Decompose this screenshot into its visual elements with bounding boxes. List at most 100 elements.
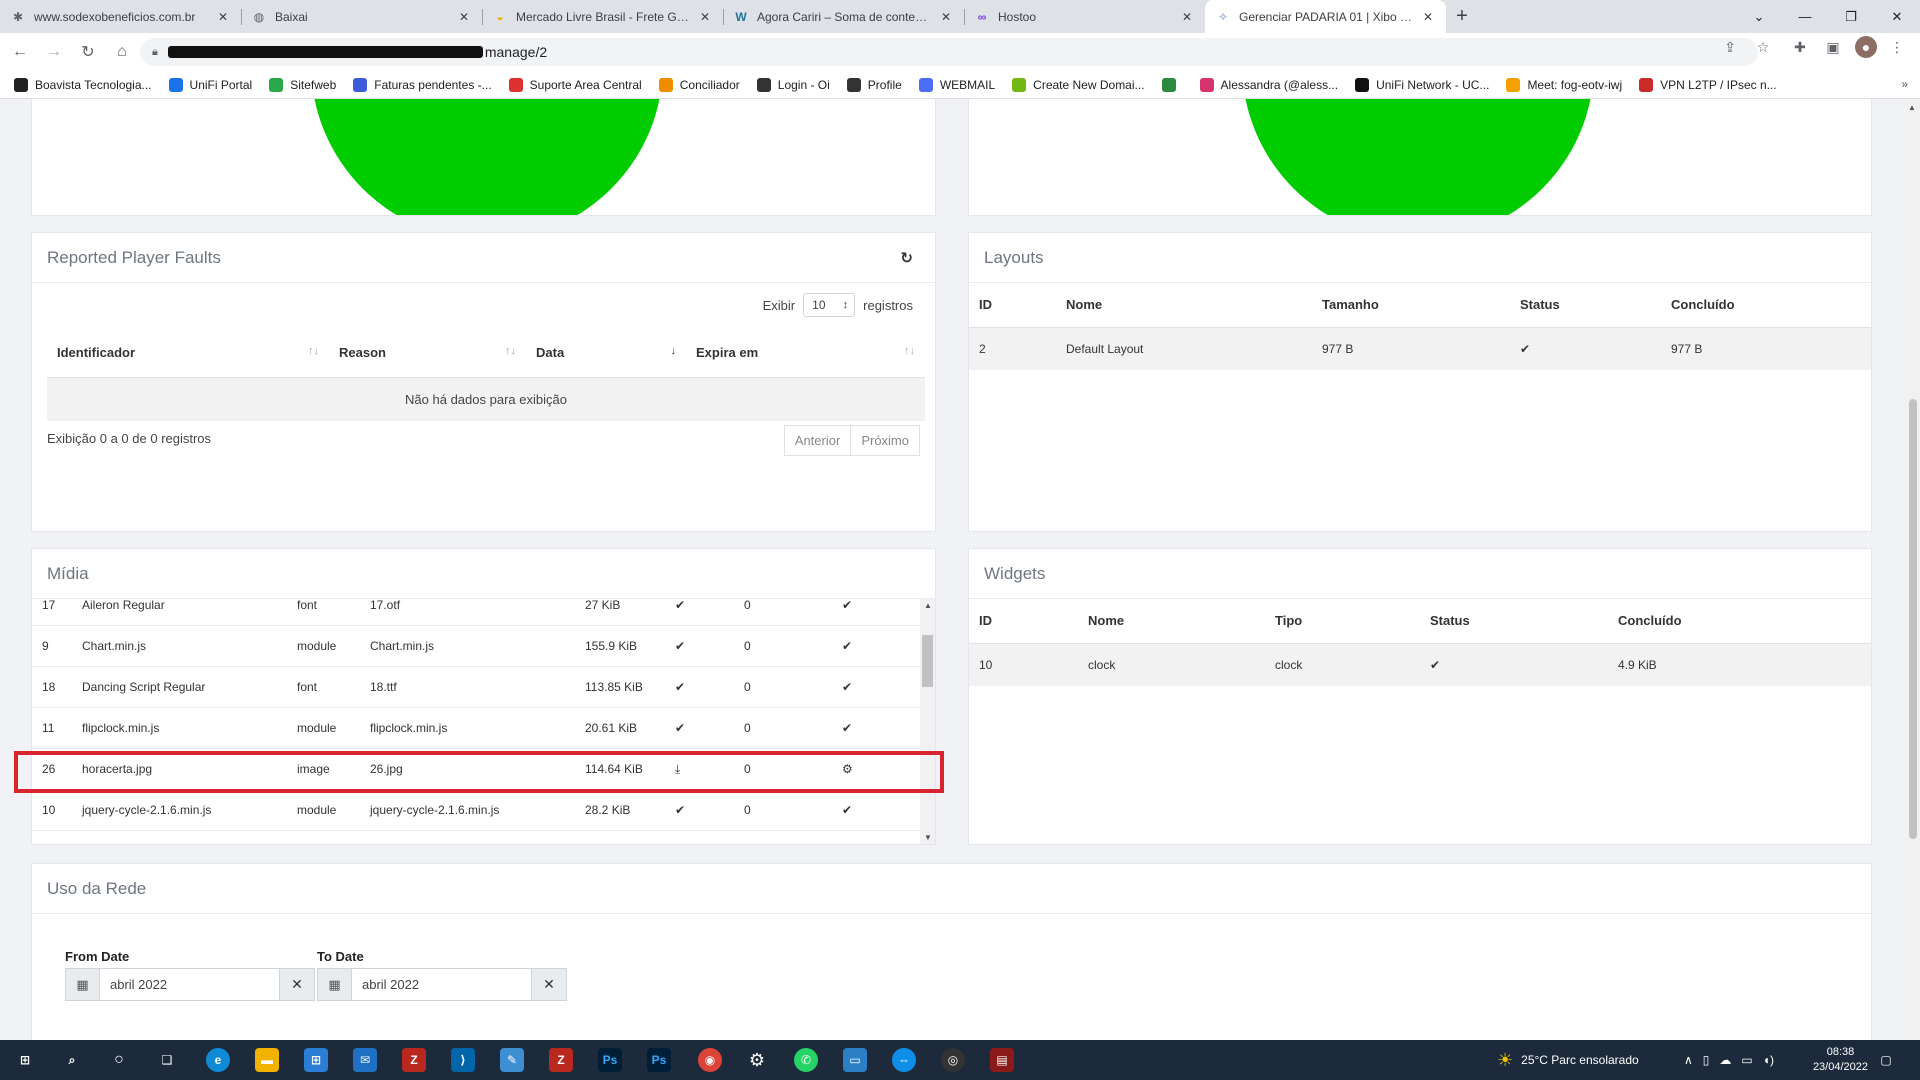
bookmark-item[interactable]: Create New Domai...: [1012, 77, 1145, 92]
store-icon[interactable]: ⊞: [304, 1048, 328, 1072]
restore-button[interactable]: ❐: [1828, 0, 1874, 33]
menu-icon[interactable]: ⋮: [1886, 36, 1908, 58]
tab-close-icon[interactable]: ✕: [938, 10, 954, 24]
bookmark-star-icon[interactable]: ☆: [1752, 36, 1774, 58]
table-row[interactable]: 18 Dancing Script Regular font 18.ttf 113.85…: [32, 667, 920, 708]
from-date-input[interactable]: abril 2022: [99, 969, 280, 1000]
windows-start-icon[interactable]: ⊞: [13, 1048, 37, 1072]
table-row[interactable]: 17 Aileron Regular font 17.otf 27 KiB ✔ 0 ✔: [32, 599, 920, 626]
browser-tab[interactable]: ✱ www.sodexobeneficios.com.br ✕: [0, 0, 241, 33]
bookmark-item[interactable]: UniFi Portal: [168, 77, 252, 92]
filezilla-icon[interactable]: Z: [549, 1048, 573, 1072]
teamviewer-icon[interactable]: ⇔: [892, 1048, 916, 1072]
tab-close-icon[interactable]: ✕: [215, 10, 231, 24]
clear-icon[interactable]: ✕: [532, 969, 566, 1000]
browser-tab[interactable]: ◍ Baixai ✕: [241, 0, 482, 33]
tab-close-icon[interactable]: ✕: [456, 10, 472, 24]
table-row[interactable]: 10 jquery-cycle-2.1.6.min.js module jquery-…: [32, 790, 920, 831]
mail-icon[interactable]: ✉: [353, 1048, 377, 1072]
column-header[interactable]: Data ↓: [526, 329, 686, 378]
bookmark-item[interactable]: Login - Oi: [756, 77, 830, 92]
scroll-up-icon[interactable]: ▲: [1908, 103, 1916, 112]
browser-tab[interactable]: ◒ Mercado Livre Brasil - Frete Grátis ✕: [482, 0, 723, 33]
bookmark-item[interactable]: Faturas pendentes -...: [353, 77, 492, 92]
tab-close-icon[interactable]: ✕: [1179, 10, 1195, 24]
home-icon[interactable]: ⌂: [108, 38, 136, 66]
file-explorer-icon[interactable]: ▬: [255, 1048, 279, 1072]
filezilla-icon[interactable]: Z: [402, 1048, 426, 1072]
previous-button[interactable]: Anterior: [783, 425, 852, 456]
forward-icon[interactable]: →: [40, 38, 68, 66]
notepad-icon[interactable]: ✎: [500, 1048, 524, 1072]
calendar-icon[interactable]: ▦: [66, 969, 99, 1000]
media-list[interactable]: 17 Aileron Regular font 17.otf 27 KiB ✔ 0 ✔ 9 Cha…: [32, 599, 936, 844]
next-button[interactable]: Próximo: [851, 425, 920, 456]
remote-desktop-icon[interactable]: ▭: [843, 1048, 867, 1072]
browser-tab-active[interactable]: ✧ Gerenciar PADARIA 01 | Xibo Digital Si…: [1205, 0, 1446, 33]
bookmark-item[interactable]: VPN L2TP / IPsec n...: [1639, 77, 1777, 92]
tab-close-icon[interactable]: ✕: [1420, 10, 1436, 24]
bookmark-item[interactable]: Sitefweb: [269, 77, 336, 92]
edge-icon[interactable]: e: [206, 1048, 230, 1072]
bookmark-item[interactable]: Meet: fog-eotv-iwj: [1506, 77, 1622, 92]
search-icon[interactable]: ⌕: [60, 1048, 84, 1072]
network-icon[interactable]: ▯: [1703, 1053, 1710, 1067]
browser-tab[interactable]: ∞ Hostoo ✕: [964, 0, 1205, 33]
address-bar[interactable]: 🔒︎ manage/2: [140, 38, 1758, 66]
side-panel-icon[interactable]: ▣: [1822, 36, 1844, 58]
media-scrollbar[interactable]: ▲ ▼: [920, 599, 935, 844]
table-row[interactable]: 11 flipclock.min.js module flipclock.min.js…: [32, 708, 920, 749]
close-window-button[interactable]: ✕: [1874, 0, 1920, 33]
reload-icon[interactable]: ↻: [74, 38, 102, 66]
obs-icon[interactable]: ◎: [941, 1048, 965, 1072]
bookmark-item[interactable]: Conciliador: [658, 77, 740, 92]
onedrive-icon[interactable]: ☁: [1719, 1053, 1731, 1067]
clear-icon[interactable]: ✕: [280, 969, 314, 1000]
settings-gear-icon[interactable]: ⚙: [745, 1048, 769, 1072]
bookmark-item[interactable]: Alessandra (@aless...: [1199, 77, 1338, 92]
bookmark-item[interactable]: WEBMAIL: [918, 77, 995, 92]
column-header[interactable]: Reason ↑↓: [329, 329, 526, 378]
chevron-up-icon[interactable]: ∧: [1684, 1053, 1693, 1067]
taskbar-clock[interactable]: 08:38 23/04/2022: [1813, 1045, 1868, 1075]
calendar-icon[interactable]: ▦: [318, 969, 351, 1000]
winrar-icon[interactable]: ▤: [990, 1048, 1014, 1072]
photoshop-icon[interactable]: Ps: [647, 1048, 671, 1072]
page-length-select[interactable]: 10: [803, 293, 856, 317]
extensions-icon[interactable]: ✚: [1789, 36, 1811, 58]
task-view-icon[interactable]: ❑: [155, 1048, 179, 1072]
table-row[interactable]: 9 Chart.min.js module Chart.min.js 155.9 KiB…: [32, 626, 920, 667]
whatsapp-icon[interactable]: ✆: [794, 1048, 818, 1072]
more-bookmarks-icon[interactable]: »: [1901, 77, 1908, 91]
bookmark-item[interactable]: Profile: [846, 77, 902, 92]
scroll-up-icon[interactable]: ▲: [924, 601, 932, 610]
share-icon[interactable]: ⇪: [1719, 36, 1741, 58]
notification-icon[interactable]: ▢: [1874, 1048, 1898, 1072]
new-tab-button[interactable]: +: [1446, 0, 1478, 33]
back-icon[interactable]: ←: [6, 38, 34, 66]
cortana-icon[interactable]: ○: [107, 1048, 131, 1072]
refresh-icon[interactable]: ↻: [900, 249, 913, 267]
scroll-thumb[interactable]: [1909, 399, 1917, 839]
minimize-button[interactable]: —: [1782, 0, 1828, 33]
volume-icon[interactable]: ◖): [1763, 1053, 1774, 1067]
page-scrollbar[interactable]: ▲: [1905, 99, 1920, 1040]
tab-close-icon[interactable]: ✕: [697, 10, 713, 24]
ethernet-icon[interactable]: ▭: [1741, 1053, 1752, 1067]
chrome-icon[interactable]: ◉: [698, 1048, 722, 1072]
bookmark-item[interactable]: Suporte Area Central: [508, 77, 642, 92]
photoshop-icon[interactable]: Ps: [598, 1048, 622, 1072]
weather-widget[interactable]: ☀ 25°C Parc ensolarado: [1497, 1040, 1639, 1080]
avatar[interactable]: ●: [1855, 36, 1877, 58]
scroll-down-icon[interactable]: ▼: [924, 833, 932, 842]
bookmark-item[interactable]: [1161, 77, 1183, 92]
browser-tab[interactable]: W Agora Cariri – Soma de conteúdo ✕: [723, 0, 964, 33]
vscode-icon[interactable]: ⟩: [451, 1048, 475, 1072]
bookmark-item[interactable]: Boavista Tecnologia...: [14, 77, 152, 92]
bookmark-item[interactable]: UniFi Network - UC...: [1355, 77, 1489, 92]
scroll-thumb[interactable]: [922, 635, 933, 687]
tab-search-icon[interactable]: ⌄: [1736, 0, 1782, 33]
to-date-input[interactable]: abril 2022: [351, 969, 532, 1000]
column-header[interactable]: Identificador ↑↓: [47, 329, 329, 378]
column-header[interactable]: Expira em ↑↓: [686, 329, 925, 378]
